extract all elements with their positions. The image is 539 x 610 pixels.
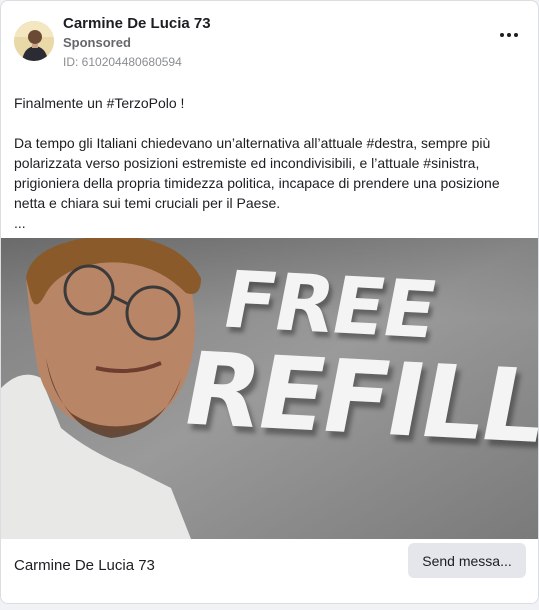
more-options-icon[interactable] <box>500 32 518 38</box>
post-text: Finalmente un #TerzoPolo ! Da tempo gli … <box>14 93 524 233</box>
ad-id: ID: 610204480680594 <box>63 55 182 69</box>
ad-image[interactable]: FREE REFILL <box>1 238 538 539</box>
ad-card: Carmine De Lucia 73 Sponsored ID: 610204… <box>0 0 539 604</box>
wall-text-line-2: REFILL <box>173 330 538 466</box>
wall-text: FREE REFILL <box>173 255 538 466</box>
post-line-1: Finalmente un #TerzoPolo ! <box>14 95 185 111</box>
avatar-image <box>14 21 54 61</box>
post-paragraph: Da tempo gli Italiani chiedevano un’alte… <box>14 135 500 211</box>
sponsored-label: Sponsored <box>63 35 131 50</box>
dot <box>507 33 511 37</box>
dot <box>514 33 518 37</box>
dot <box>500 33 504 37</box>
post-ellipsis[interactable]: ... <box>14 213 524 233</box>
footer-page-name[interactable]: Carmine De Lucia 73 <box>14 557 155 574</box>
advertiser-avatar[interactable] <box>14 21 54 61</box>
advertiser-name[interactable]: Carmine De Lucia 73 <box>63 15 211 32</box>
ad-footer: Carmine De Lucia 73 Send messa... <box>1 539 538 603</box>
send-message-button[interactable]: Send messa... <box>408 543 526 578</box>
